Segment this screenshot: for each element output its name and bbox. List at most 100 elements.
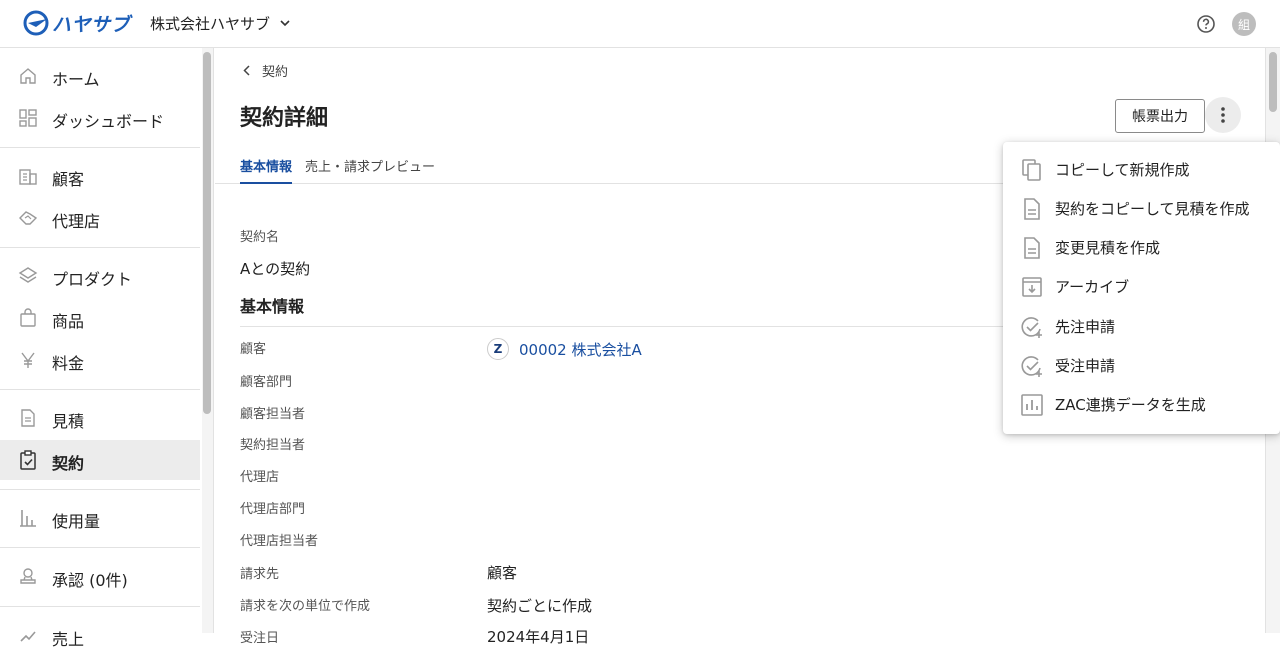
sidebar-item-label: 代理店 <box>52 212 101 231</box>
help-icon[interactable] <box>1196 14 1216 34</box>
customer-badge: Z <box>487 338 509 360</box>
contract-name-value: Aとの契約 <box>240 260 311 278</box>
sidebar-item-label: 契約 <box>52 454 85 473</box>
actions-menu: コピーして新規作成 契約をコピーして見積を作成 変更見積を作成 アーカイブ 先注… <box>1003 142 1280 434</box>
field-label-customer: 顧客 <box>240 342 267 357</box>
company-switcher[interactable]: 株式会社ハヤサブ <box>150 13 290 34</box>
sidebar-item-approvals[interactable]: 承認 (0件) <box>0 557 200 597</box>
menu-item-label: ZAC連携データを生成 <box>1055 396 1206 414</box>
sales-icon <box>20 631 36 642</box>
sidebar-divider <box>0 247 200 248</box>
sidebar-item-label: 承認 (0件) <box>52 571 128 590</box>
logo-text: ハヤサブ <box>52 13 131 36</box>
breadcrumb-label: 契約 <box>262 65 289 80</box>
bar-chart-box-icon <box>1021 394 1043 416</box>
sidebar-item-quotes[interactable]: 見積 <box>0 398 200 438</box>
field-value-order-date: 2024年4月1日 <box>487 628 590 646</box>
logo-mark-icon <box>23 10 49 36</box>
menu-item-archive[interactable]: アーカイブ <box>1003 267 1280 306</box>
sidebar-item-label: 料金 <box>52 354 85 373</box>
menu-item-change-quote[interactable]: 変更見積を作成 <box>1003 228 1280 267</box>
menu-item-copy-to-quote[interactable]: 契約をコピーして見積を作成 <box>1003 189 1280 228</box>
field-label-billing-to: 請求先 <box>240 567 280 582</box>
document-icon <box>1024 237 1040 259</box>
menu-item-label: 契約をコピーして見積を作成 <box>1055 200 1250 218</box>
copy-icon <box>1022 159 1041 181</box>
field-label-customer-contact: 顧客担当者 <box>240 407 306 422</box>
sidebar-divider <box>0 489 200 490</box>
sidebar-item-customers[interactable]: 顧客 <box>0 156 200 196</box>
archive-icon <box>1022 277 1042 297</box>
export-button[interactable]: 帳票出力 <box>1115 99 1205 133</box>
sidebar-item-items[interactable]: 商品 <box>0 298 200 338</box>
handshake-icon <box>19 211 38 225</box>
menu-item-pre-order-request[interactable]: 先注申請 <box>1003 307 1280 346</box>
section-title: 基本情報 <box>240 297 305 316</box>
sidebar: ホーム ダッシュボード 顧客 代理店 プロダクト 商品 料金 見積 契約 使用量 <box>0 48 200 649</box>
chevron-down-icon <box>280 20 290 27</box>
tab-sales-preview[interactable]: 売上・請求プレビュー <box>305 156 435 182</box>
sidebar-divider <box>0 606 200 607</box>
sidebar-item-label: 使用量 <box>52 512 101 531</box>
sidebar-item-usage[interactable]: 使用量 <box>0 498 200 538</box>
clipboard-check-icon <box>20 450 36 470</box>
sidebar-item-home[interactable]: ホーム <box>0 56 200 96</box>
menu-item-label: 変更見積を作成 <box>1055 239 1161 257</box>
sidebar-item-agencies[interactable]: 代理店 <box>0 198 200 238</box>
sidebar-item-label: プロダクト <box>52 270 133 289</box>
breadcrumb[interactable]: 契約 <box>243 61 288 80</box>
tab-basic-info[interactable]: 基本情報 <box>240 156 293 184</box>
field-label-agency-contact: 代理店担当者 <box>240 534 319 549</box>
bar-chart-icon <box>20 510 36 527</box>
check-add-icon <box>1021 317 1042 338</box>
field-label-order-date: 受注日 <box>240 631 280 646</box>
page-title: 契約詳細 <box>240 106 329 131</box>
field-value-billing-unit: 契約ごとに作成 <box>487 597 593 615</box>
bag-icon <box>20 308 36 327</box>
sidebar-item-products[interactable]: プロダクト <box>0 256 200 296</box>
stamp-icon <box>20 568 36 584</box>
sidebar-item-label: 見積 <box>52 412 85 431</box>
menu-item-zac-export[interactable]: ZAC連携データを生成 <box>1003 385 1280 424</box>
contract-name-label: 契約名 <box>240 230 280 245</box>
field-label-customer-dept: 顧客部門 <box>240 375 293 390</box>
menu-item-label: 受注申請 <box>1055 357 1116 375</box>
check-add-icon <box>1021 356 1042 377</box>
avatar[interactable]: 組 <box>1232 12 1256 36</box>
menu-item-copy-new[interactable]: コピーして新規作成 <box>1003 150 1280 189</box>
menu-item-order-request[interactable]: 受注申請 <box>1003 346 1280 385</box>
sidebar-item-pricing[interactable]: 料金 <box>0 340 200 380</box>
sidebar-item-label: ホーム <box>52 70 100 89</box>
main-scrollbar-thumb[interactable] <box>1269 52 1277 112</box>
field-label-billing-unit: 請求を次の単位で作成 <box>240 599 371 614</box>
section-divider <box>240 326 1020 327</box>
home-icon <box>20 68 36 84</box>
sidebar-scrollbar-thumb[interactable] <box>203 52 211 414</box>
sidebar-item-sales[interactable]: 売上 <box>0 616 200 656</box>
field-label-agency: 代理店 <box>240 470 280 485</box>
sidebar-item-contracts[interactable]: 契約 <box>0 440 200 480</box>
field-label-agency-dept: 代理店部門 <box>240 502 306 517</box>
sidebar-item-label: ダッシュボード <box>52 112 165 131</box>
logo[interactable]: ハヤサブ <box>22 9 130 37</box>
field-label-contract-owner: 契約担当者 <box>240 438 306 453</box>
sidebar-item-label: 顧客 <box>52 170 85 189</box>
menu-item-label: 先注申請 <box>1055 318 1116 336</box>
yen-icon <box>21 352 35 368</box>
dashboard-icon <box>19 109 37 127</box>
sidebar-item-label: 商品 <box>52 312 85 331</box>
menu-item-label: アーカイブ <box>1055 278 1130 296</box>
customer-link[interactable]: Z 00002 株式会社A <box>487 338 642 360</box>
sidebar-item-dashboard[interactable]: ダッシュボード <box>0 98 200 138</box>
customer-link-text: 00002 株式会社A <box>519 340 642 359</box>
sidebar-item-label: 売上 <box>52 630 85 649</box>
document-icon <box>1024 198 1040 220</box>
sidebar-divider <box>0 389 200 390</box>
layers-icon <box>18 267 38 283</box>
app-header: ハヤサブ 株式会社ハヤサブ 組 <box>0 0 1280 48</box>
more-vertical-icon <box>1221 107 1225 123</box>
document-icon <box>21 409 35 427</box>
sidebar-divider <box>0 147 200 148</box>
more-button[interactable] <box>1205 97 1241 133</box>
chevron-left-icon <box>243 65 250 76</box>
